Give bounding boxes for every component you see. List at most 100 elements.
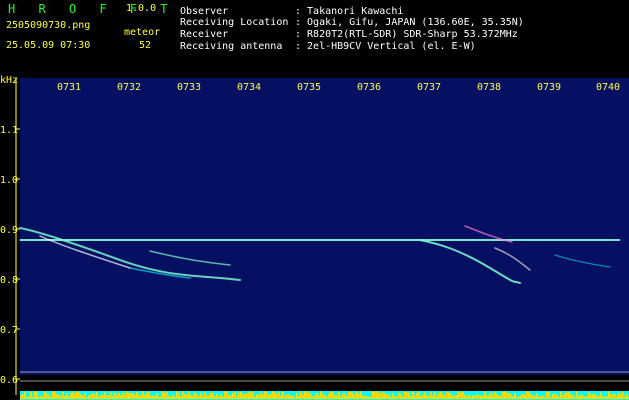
amplitude-bar	[580, 394, 582, 399]
amplitude-bar	[418, 391, 420, 399]
amplitude-bar	[552, 394, 554, 399]
spectrogram-overlay: kHz 0731 0732 0733 0734 0735 0736 0737 0…	[0, 0, 629, 400]
amplitude-bar	[204, 392, 206, 399]
amplitude-bar	[382, 392, 384, 399]
amplitude-bar	[222, 396, 224, 399]
amplitude-bar	[128, 393, 130, 399]
amplitude-bar	[272, 391, 274, 399]
amplitude-bar	[146, 393, 148, 399]
amplitude-bar	[558, 396, 560, 399]
amplitude-bar	[168, 396, 170, 399]
amplitude-bar	[432, 396, 434, 399]
amplitude-bar	[456, 395, 458, 399]
amplitude-bar	[356, 391, 358, 399]
amplitude-bar	[28, 397, 30, 399]
x-tick-labels: 0731 0732 0733 0734 0735 0736 0737 0738 …	[57, 82, 620, 93]
amplitude-bar	[72, 392, 74, 399]
amplitude-bar	[488, 395, 490, 399]
amplitude-bar	[502, 392, 504, 399]
amplitude-bar	[244, 394, 246, 399]
amplitude-bar	[348, 392, 350, 399]
amplitude-bar	[224, 392, 226, 399]
amplitude-bar	[64, 396, 66, 399]
y-tick-label: 1.0	[0, 175, 18, 186]
x-tick-label: 0740	[596, 82, 620, 93]
amplitude-bar	[448, 392, 450, 399]
amplitude-bar	[476, 395, 478, 399]
amplitude-bar	[172, 395, 174, 399]
amplitude-bar	[60, 396, 62, 399]
amplitude-bar	[296, 393, 298, 399]
amplitude-bar	[384, 393, 386, 399]
amplitude-bar	[622, 392, 624, 399]
amplitude-bar	[350, 392, 352, 399]
amplitude-bar	[422, 394, 424, 399]
amplitude-bar	[220, 394, 222, 399]
amplitude-bar	[176, 391, 178, 399]
amplitude-bar	[26, 397, 28, 399]
amplitude-bar	[174, 397, 176, 399]
amplitude-bar	[38, 397, 40, 399]
amplitude-bar	[320, 391, 322, 399]
amplitude-bar	[120, 395, 122, 399]
amplitude-bar	[206, 395, 208, 399]
amplitude-bar	[618, 393, 620, 399]
amplitude-bar	[374, 391, 376, 399]
amplitude-bar	[506, 393, 508, 399]
x-tick-label: 0735	[297, 82, 321, 93]
x-tick-label: 0739	[537, 82, 561, 93]
amplitude-bar	[278, 392, 280, 399]
amplitude-bar	[306, 392, 308, 399]
amplitude-bar	[610, 394, 612, 399]
amplitude-bar	[258, 395, 260, 399]
amplitude-bar	[42, 396, 44, 399]
amplitude-bar	[310, 393, 312, 399]
amplitude-bar	[592, 394, 594, 399]
amplitude-bar	[92, 393, 94, 399]
amplitude-bar	[264, 391, 266, 399]
amplitude-bar	[214, 396, 216, 399]
amplitude-bar	[74, 394, 76, 399]
x-tick-label: 0736	[357, 82, 381, 93]
amplitude-bar	[252, 391, 254, 399]
amplitude-bar	[474, 396, 476, 399]
amplitude-bar	[524, 395, 526, 399]
amplitude-bar	[532, 395, 534, 399]
amplitude-bar	[300, 391, 302, 399]
amplitude-bar	[412, 392, 414, 399]
amplitude-bar	[536, 394, 538, 399]
amplitude-bar	[132, 393, 134, 399]
amplitude-bar	[562, 396, 564, 399]
amplitude-bar	[242, 394, 244, 399]
amplitude-bar	[62, 392, 64, 399]
amplitude-bar	[500, 396, 502, 399]
amplitude-bar	[626, 394, 628, 399]
amplitude-bar	[484, 391, 486, 399]
amplitude-bar	[184, 394, 186, 399]
amplitude-bar	[326, 396, 328, 399]
amplitude-bar	[398, 393, 400, 399]
amplitude-bar	[52, 391, 54, 399]
amplitude-bar	[468, 395, 470, 399]
amplitude-bar	[508, 393, 510, 399]
amplitude-bar	[518, 397, 520, 399]
amplitude-bar	[80, 395, 82, 399]
amplitude-bar	[390, 397, 392, 399]
amplitude-bar	[452, 396, 454, 399]
amplitude-bar	[498, 395, 500, 399]
amplitude-bar	[386, 394, 388, 399]
amplitude-bar	[50, 397, 52, 399]
amplitude-bar	[308, 393, 310, 399]
amplitude-bar	[198, 396, 200, 399]
amplitude-bar	[512, 397, 514, 399]
amplitude-bar	[68, 397, 70, 399]
amplitude-bar	[254, 396, 256, 399]
amplitude-bar	[368, 397, 370, 399]
amplitude-bar	[312, 396, 314, 399]
amplitude-bar	[294, 397, 296, 399]
amplitude-bar	[416, 393, 418, 399]
amplitude-bar	[496, 394, 498, 399]
amplitude-bar	[20, 396, 22, 399]
amplitude-bar	[482, 396, 484, 399]
amplitude-bar	[86, 397, 88, 399]
